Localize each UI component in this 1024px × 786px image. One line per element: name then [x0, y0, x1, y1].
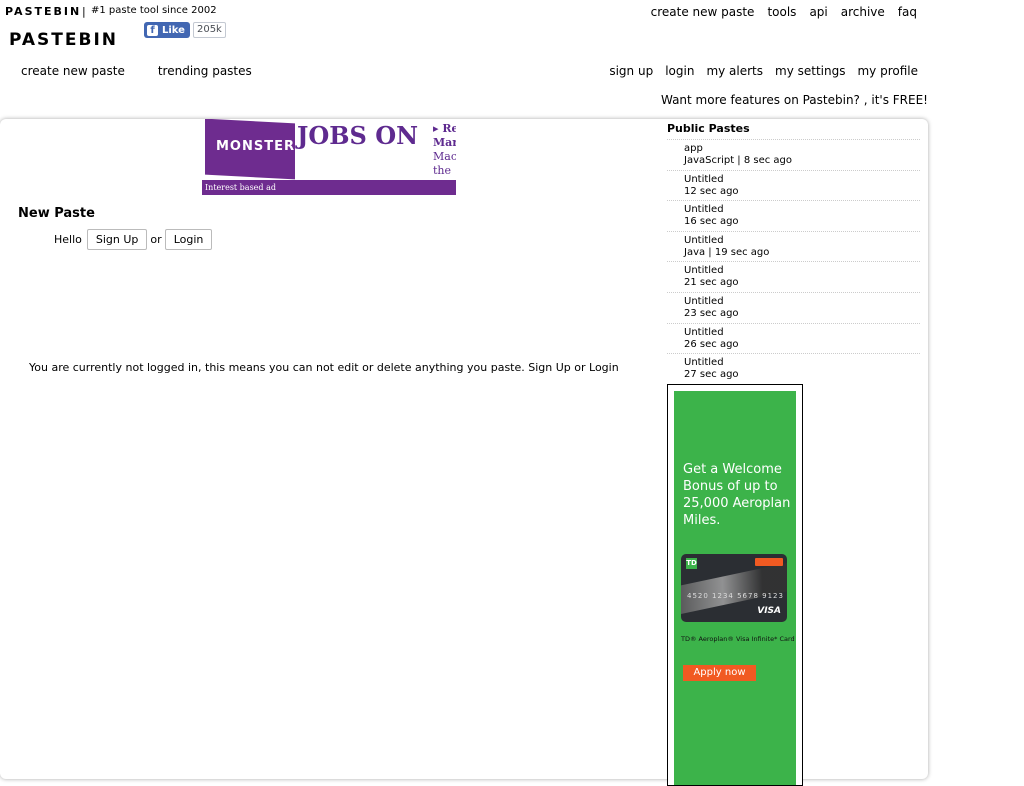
card-number: 4520 1234 5678 9123 — [687, 592, 784, 600]
list-item[interactable]: Untitled 21 sec ago — [667, 261, 920, 292]
list-item[interactable]: Untitled 27 sec ago — [667, 353, 920, 384]
sign-up-button[interactable]: Sign Up — [86, 229, 148, 250]
nav-create-new-paste[interactable]: create new paste — [21, 64, 125, 78]
facebook-icon: f — [147, 24, 158, 36]
paste-meta: 26 sec ago — [684, 338, 739, 350]
ad-side-line: Mar — [433, 136, 456, 149]
credit-card-image: TD 4520 1234 5678 9123 VISA — [681, 554, 787, 622]
ad-side-line: the — [433, 164, 452, 177]
list-item[interactable]: Untitled 12 sec ago — [667, 169, 920, 201]
paste-name[interactable]: Untitled — [684, 357, 920, 369]
header: PASTEBIN | #1 paste tool since 2002 PAST… — [0, 0, 1024, 115]
public-pastes-title: Public Pastes — [667, 122, 750, 135]
paste-name[interactable]: Untitled — [684, 174, 920, 186]
top-link-tools[interactable]: tools — [767, 5, 796, 19]
sidebar-ad-content: Get a Welcome Bonus of up to 25,000 Aero… — [674, 391, 796, 785]
ad-side-text: ▸ Re Mar Mac the — [433, 122, 456, 178]
nav-login[interactable]: login — [665, 64, 694, 78]
nav-my-profile[interactable]: my profile — [857, 64, 918, 78]
top-link-api[interactable]: api — [809, 5, 827, 19]
or-text: or — [150, 233, 162, 246]
paste-name[interactable]: Untitled — [684, 235, 920, 247]
visa-logo: VISA — [757, 606, 781, 616]
paste-meta: JavaScript | 8 sec ago — [684, 155, 793, 166]
ad-footer: Interest based ad — [202, 180, 456, 195]
facebook-like-label: Like — [162, 24, 185, 36]
main-panel: MONSTER JOBS ON ▸ Re Mar Mac the Interes… — [0, 119, 928, 786]
paste-name[interactable]: app — [684, 143, 920, 155]
aeroplan-logo — [755, 558, 783, 566]
user-nav: sign up login my alerts my settings my p… — [609, 64, 918, 78]
top-link-faq[interactable]: faq — [898, 5, 917, 19]
facebook-like-button[interactable]: f Like — [144, 22, 190, 38]
facebook-like-widget: f Like 205k — [144, 22, 226, 38]
nav-sign-up[interactable]: sign up — [609, 64, 653, 78]
not-logged-in-notice: You are currently not logged in, this me… — [29, 361, 619, 374]
ad-brand-name: MONSTER — [216, 139, 295, 154]
brand-separator: | — [82, 5, 86, 18]
brand-name-small[interactable]: PASTEBIN — [5, 5, 81, 18]
list-item[interactable]: Untitled 26 sec ago — [667, 322, 920, 354]
list-item[interactable]: Untitled 23 sec ago — [667, 291, 920, 323]
card-caption: TD® Aeroplan® Visa Infinite* Card — [681, 635, 795, 643]
paste-name[interactable]: Untitled — [684, 327, 920, 339]
sidebar-ad[interactable]: Get a Welcome Bonus of up to 25,000 Aero… — [667, 384, 803, 786]
paste-meta: 27 sec ago — [684, 369, 739, 381]
public-pastes-list: app JavaScript | 8 sec ago Untitled 12 s… — [667, 139, 920, 384]
main-nav: create new paste trending pastes — [21, 64, 285, 78]
page-title: New Paste — [18, 206, 95, 221]
paste-meta: 16 sec ago — [684, 216, 739, 228]
ad-side-line: Mac — [433, 150, 456, 163]
td-logo: TD — [686, 558, 697, 569]
ad-side-line: ▸ Re — [433, 122, 456, 135]
top-links: create new paste tools api archive faq — [651, 5, 917, 19]
ad-headline: JOBS ON — [297, 121, 419, 150]
paste-meta: 23 sec ago — [684, 307, 739, 319]
pro-promo-link[interactable]: Want more features on Pastebin? , it's F… — [661, 93, 928, 107]
login-button[interactable]: Login — [164, 229, 213, 250]
list-item[interactable]: Untitled Java | 19 sec ago — [667, 230, 920, 262]
paste-name[interactable]: Untitled — [684, 296, 920, 308]
paste-meta: 12 sec ago — [684, 185, 739, 197]
paste-meta: 21 sec ago — [684, 277, 739, 289]
hello-text: Hello — [54, 233, 82, 246]
login-prompt: Hello Sign Up or Login — [54, 229, 215, 250]
list-item[interactable]: app JavaScript | 8 sec ago — [667, 139, 920, 170]
paste-meta: Java | 19 sec ago — [684, 246, 770, 258]
paste-name[interactable]: Untitled — [684, 204, 920, 216]
paste-name[interactable]: Untitled — [684, 265, 920, 277]
nav-trending-pastes[interactable]: trending pastes — [158, 64, 252, 78]
brand-tagline: #1 paste tool since 2002 — [91, 5, 217, 16]
top-link-create-new-paste[interactable]: create new paste — [651, 5, 755, 19]
facebook-like-count: 205k — [192, 22, 226, 38]
list-item[interactable]: Untitled 16 sec ago — [667, 200, 920, 231]
pastebin-logo[interactable]: PASTEBIN — [9, 30, 118, 50]
top-link-archive[interactable]: archive — [841, 5, 885, 19]
nav-my-settings[interactable]: my settings — [775, 64, 845, 78]
nav-my-alerts[interactable]: my alerts — [706, 64, 763, 78]
sidebar-ad-headline: Get a Welcome Bonus of up to 25,000 Aero… — [683, 462, 791, 528]
banner-ad[interactable]: MONSTER JOBS ON ▸ Re Mar Mac the Interes… — [202, 119, 456, 195]
apply-now-button[interactable]: Apply now — [683, 665, 756, 681]
